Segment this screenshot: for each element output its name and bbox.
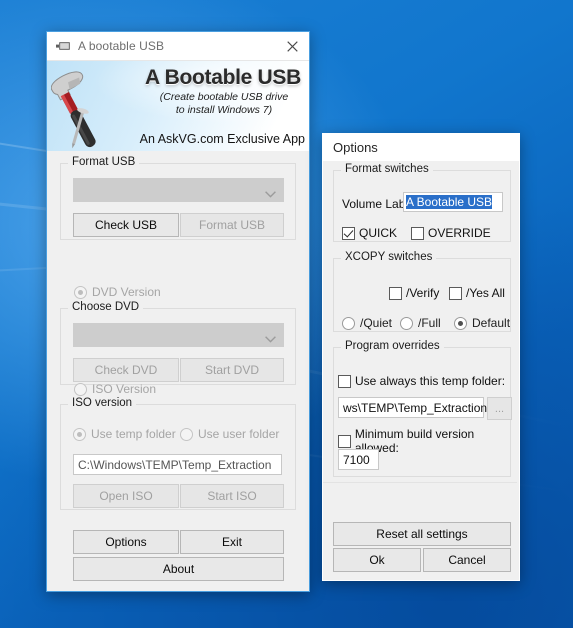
radio-indicator [400, 316, 413, 330]
start-dvd-button[interactable]: Start DVD [180, 358, 284, 382]
usb-drive-icon [56, 41, 71, 52]
chevron-down-icon [265, 185, 276, 203]
quick-label: QUICK [359, 226, 398, 240]
hammer-and-nail-icon [51, 71, 96, 149]
check-usb-button[interactable]: Check USB [73, 213, 179, 237]
minimum-build-input[interactable]: 7100 [338, 449, 379, 470]
verify-checkbox[interactable]: /Verify [389, 286, 439, 300]
main-window: A bootable USB A Bootable USB (Create bo… [46, 31, 310, 592]
checkbox-indicator [338, 374, 351, 388]
exit-button[interactable]: Exit [180, 530, 284, 554]
temp-folder-input[interactable]: ws\TEMP\Temp_Extraction [338, 397, 487, 418]
default-label: Default [472, 316, 511, 330]
reset-all-settings-button[interactable]: Reset all settings [333, 522, 511, 546]
choose-dvd-legend: Choose DVD [68, 301, 144, 313]
check-dvd-button[interactable]: Check DVD [73, 358, 179, 382]
checkbox-indicator [342, 226, 355, 240]
iso-version-radio[interactable]: ISO Version [74, 382, 156, 396]
use-temp-folder-radio[interactable]: Use temp folder [73, 427, 176, 441]
quiet-radio[interactable]: /Quiet [342, 316, 392, 330]
checkbox-indicator [338, 434, 351, 448]
banner-subtitle-line1: (Create bootable USB drive [159, 91, 289, 103]
override-checkbox[interactable]: OVERRIDE [411, 226, 491, 240]
banner-subtitle: (Create bootable USB drive to install Wi… [149, 91, 299, 117]
banner-title: A Bootable USB [144, 66, 301, 89]
chevron-down-icon [265, 330, 276, 348]
xcopy-switches-legend: XCOPY switches [341, 251, 437, 263]
default-radio[interactable]: Default [454, 316, 510, 330]
program-overrides-legend: Program overrides [341, 340, 444, 352]
use-user-folder-radio[interactable]: Use user folder [180, 427, 279, 441]
yes-all-label: /Yes All [466, 286, 505, 300]
ok-button[interactable]: Ok [333, 548, 421, 572]
yes-all-checkbox[interactable]: /Yes All [449, 286, 505, 300]
format-switches-legend: Format switches [341, 163, 433, 175]
checkbox-indicator [411, 226, 424, 240]
banner-tagline: An AskVG.com Exclusive App [139, 132, 305, 146]
radio-indicator [74, 285, 87, 299]
radio-indicator [180, 427, 193, 441]
quick-checkbox[interactable]: QUICK [342, 226, 397, 240]
about-button[interactable]: About [73, 557, 284, 581]
close-icon[interactable] [275, 33, 309, 60]
use-temp-folder-label: Use temp folder [91, 427, 176, 441]
options-window: Options Format switches Volume Label: A … [322, 133, 520, 581]
dvd-version-radio[interactable]: DVD Version [74, 285, 161, 299]
override-label: OVERRIDE [428, 226, 491, 240]
options-divider [323, 482, 517, 483]
iso-version-label: ISO Version [92, 382, 157, 396]
app-banner: A Bootable USB (Create bootable USB driv… [47, 61, 309, 151]
browse-folder-button[interactable]: ... [487, 397, 512, 420]
format-usb-button[interactable]: Format USB [180, 213, 284, 237]
use-temp-folder-check-label: Use always this temp folder: [355, 374, 506, 388]
use-temp-folder-checkbox[interactable]: Use always this temp folder: [338, 374, 505, 388]
options-titlebar: Options [323, 134, 519, 161]
dvd-version-label: DVD Version [92, 285, 161, 299]
usb-drive-select-value [74, 183, 79, 197]
checkbox-indicator [389, 286, 402, 300]
full-label: /Full [418, 316, 441, 330]
main-titlebar: A bootable USB [47, 32, 309, 61]
cancel-button[interactable]: Cancel [423, 548, 511, 572]
format-usb-legend: Format USB [68, 156, 140, 168]
use-user-folder-label: Use user folder [198, 427, 280, 441]
dvd-drive-select-value [74, 328, 79, 342]
checkbox-indicator [449, 286, 462, 300]
iso-path-input[interactable]: C:\Windows\TEMP\Temp_Extraction [73, 454, 282, 475]
radio-indicator [454, 316, 467, 330]
volume-label-input[interactable]: A Bootable USB [403, 192, 503, 212]
minimum-build-check-label: Minimum build version allowed: [354, 427, 475, 455]
iso-version-legend: ISO version [68, 397, 137, 409]
dvd-drive-select[interactable] [73, 323, 284, 347]
main-window-title: A bootable USB [78, 39, 165, 53]
open-iso-button[interactable]: Open ISO [73, 484, 179, 508]
options-button[interactable]: Options [73, 530, 179, 554]
usb-drive-select[interactable] [73, 178, 284, 202]
radio-indicator [73, 427, 86, 441]
verify-label: /Verify [406, 286, 440, 300]
radio-indicator [342, 316, 355, 330]
full-radio[interactable]: /Full [400, 316, 441, 330]
start-iso-button[interactable]: Start ISO [180, 484, 284, 508]
volume-label-value: A Bootable USB [406, 195, 493, 209]
options-window-title: Options [333, 140, 378, 155]
radio-indicator [74, 382, 87, 396]
banner-subtitle-line2: to install Windows 7) [175, 104, 273, 116]
quiet-label: /Quiet [360, 316, 393, 330]
